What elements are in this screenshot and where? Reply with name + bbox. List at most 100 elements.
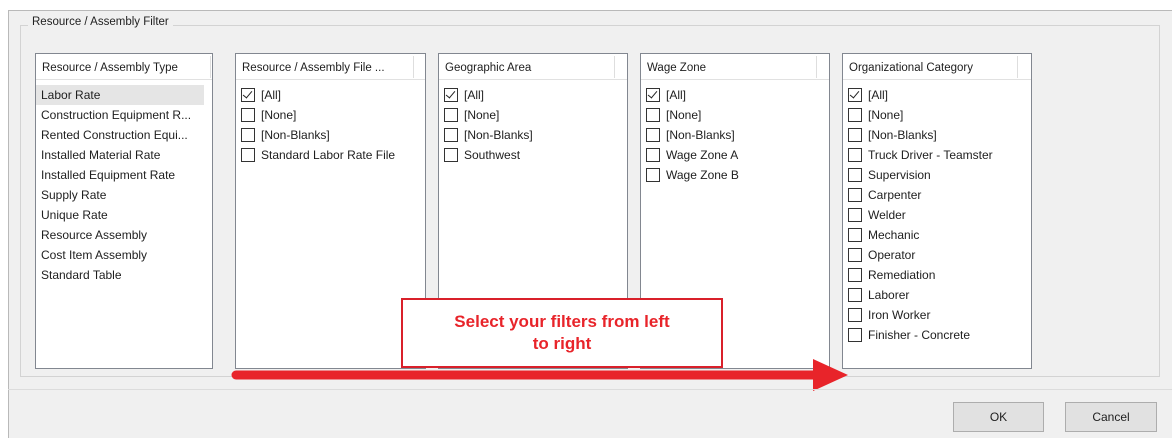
resource-type-header[interactable]: Resource / Assembly Type xyxy=(36,54,212,80)
checkbox[interactable] xyxy=(444,148,458,162)
checkbox-row-none[interactable]: [None] xyxy=(843,105,1031,125)
assembly-file-list[interactable]: Resource / Assembly File ... [All] [None]… xyxy=(235,53,426,369)
checkbox-label: Iron Worker xyxy=(868,308,931,322)
list-item-installed-material-rate[interactable]: Installed Material Rate xyxy=(36,145,212,165)
checkbox[interactable] xyxy=(241,128,255,142)
checkbox[interactable] xyxy=(848,328,862,342)
ok-button[interactable]: OK xyxy=(953,402,1044,432)
checkbox-label: [All] xyxy=(868,88,889,102)
resource-type-list[interactable]: Resource / Assembly Type Labor Rate Const… xyxy=(35,53,213,369)
checkbox-label: [None] xyxy=(464,108,500,122)
checkbox-label: [All] xyxy=(464,88,485,102)
checkbox-row-standard-labor-rate-file[interactable]: Standard Labor Rate File xyxy=(236,145,425,165)
checkbox-row-carpenter[interactable]: Carpenter xyxy=(843,185,1031,205)
checkbox-row-non-blanks[interactable]: [Non-Blanks] xyxy=(236,125,425,145)
checkbox[interactable] xyxy=(646,88,660,102)
footer-divider xyxy=(8,389,1172,390)
checkbox[interactable] xyxy=(444,128,458,142)
organizational-category-list[interactable]: Organizational Category [All] [None] [Non-… xyxy=(842,53,1032,369)
instruction-callout: Select your filters from left to right xyxy=(401,298,723,368)
checkbox[interactable] xyxy=(848,288,862,302)
checkbox-row-wage-zone-a[interactable]: Wage Zone A xyxy=(641,145,829,165)
checkbox-row-all[interactable]: [All] xyxy=(439,85,627,105)
checkbox-label: [Non-Blanks] xyxy=(261,128,330,142)
geographic-area-header[interactable]: Geographic Area xyxy=(439,54,627,80)
checkbox-row-non-blanks[interactable]: [Non-Blanks] xyxy=(641,125,829,145)
list-item-cost-item-assembly[interactable]: Cost Item Assembly xyxy=(36,245,212,265)
list-item-labor-rate[interactable]: Labor Rate xyxy=(36,85,204,105)
checkbox-label: Welder xyxy=(868,208,906,222)
checkbox[interactable] xyxy=(848,108,862,122)
checkbox-row-remediation[interactable]: Remediation xyxy=(843,265,1031,285)
checkbox-row-all[interactable]: [All] xyxy=(843,85,1031,105)
checkbox-row-welder[interactable]: Welder xyxy=(843,205,1031,225)
checkbox-row-southwest[interactable]: Southwest xyxy=(439,145,627,165)
checkbox-row-none[interactable]: [None] xyxy=(236,105,425,125)
checkbox-label: [None] xyxy=(261,108,297,122)
checkbox[interactable] xyxy=(848,228,862,242)
checkbox[interactable] xyxy=(848,308,862,322)
checkbox-row-non-blanks[interactable]: [Non-Blanks] xyxy=(439,125,627,145)
checkbox[interactable] xyxy=(848,188,862,202)
checkbox[interactable] xyxy=(646,168,660,182)
checkbox[interactable] xyxy=(646,108,660,122)
checkbox-label: Finisher - Concrete xyxy=(868,328,971,342)
assembly-file-header[interactable]: Resource / Assembly File ... xyxy=(236,54,425,80)
checkbox[interactable] xyxy=(848,128,862,142)
checkbox[interactable] xyxy=(646,128,660,142)
checkbox[interactable] xyxy=(646,148,660,162)
checkbox-row-none[interactable]: [None] xyxy=(439,105,627,125)
header-label: Wage Zone xyxy=(647,62,707,74)
list-item-supply-rate[interactable]: Supply Rate xyxy=(36,185,212,205)
checkbox-label: [Non-Blanks] xyxy=(464,128,533,142)
checkbox-row-all[interactable]: [All] xyxy=(641,85,829,105)
wage-zone-header[interactable]: Wage Zone xyxy=(641,54,829,80)
checkbox-row-supervision[interactable]: Supervision xyxy=(843,165,1031,185)
list-item-construction-equipment-r[interactable]: Construction Equipment R... xyxy=(36,105,212,125)
header-label: Resource / Assembly Type xyxy=(42,62,178,74)
checkbox-row-non-blanks[interactable]: [Non-Blanks] xyxy=(843,125,1031,145)
list-item-installed-equipment-rate[interactable]: Installed Equipment Rate xyxy=(36,165,212,185)
checkbox-label: Operator xyxy=(868,248,916,262)
checkbox-label: Remediation xyxy=(868,268,936,282)
checkbox-row-finisher-concrete[interactable]: Finisher - Concrete xyxy=(843,325,1031,345)
list-item-rented-construction-equi[interactable]: Rented Construction Equi... xyxy=(36,125,212,145)
checkbox-label: Truck Driver - Teamster xyxy=(868,148,993,162)
checkbox-label: [All] xyxy=(261,88,282,102)
checkbox[interactable] xyxy=(848,268,862,282)
checkbox[interactable] xyxy=(241,108,255,122)
checkbox[interactable] xyxy=(444,108,458,122)
checkbox-row-operator[interactable]: Operator xyxy=(843,245,1031,265)
checkbox-row-laborer[interactable]: Laborer xyxy=(843,285,1031,305)
header-label: Geographic Area xyxy=(445,62,532,74)
checkbox-label: Laborer xyxy=(868,288,910,302)
header-label: Organizational Category xyxy=(849,62,974,74)
checkbox[interactable] xyxy=(444,88,458,102)
checkbox-row-none[interactable]: [None] xyxy=(641,105,829,125)
list-item-resource-assembly[interactable]: Resource Assembly xyxy=(36,225,212,245)
checkbox-label: Standard Labor Rate File xyxy=(261,148,396,162)
checkbox-row-truck-driver-teamster[interactable]: Truck Driver - Teamster xyxy=(843,145,1031,165)
checkbox[interactable] xyxy=(848,148,862,162)
checkbox-label: Carpenter xyxy=(868,188,922,202)
checkbox-label: Southwest xyxy=(464,148,521,162)
checkbox[interactable] xyxy=(848,248,862,262)
checkbox[interactable] xyxy=(848,88,862,102)
checkbox-label: [All] xyxy=(666,88,687,102)
checkbox-row-all[interactable]: [All] xyxy=(236,85,425,105)
checkbox-row-iron-worker[interactable]: Iron Worker xyxy=(843,305,1031,325)
checkbox[interactable] xyxy=(848,168,862,182)
group-title: Resource / Assembly Filter xyxy=(28,16,173,28)
checkbox-label: [Non-Blanks] xyxy=(666,128,735,142)
organizational-category-header[interactable]: Organizational Category xyxy=(843,54,1031,80)
header-label: Resource / Assembly File ... xyxy=(242,62,385,74)
checkbox-row-wage-zone-b[interactable]: Wage Zone B xyxy=(641,165,829,185)
checkbox-label: Wage Zone B xyxy=(666,168,739,182)
list-item-unique-rate[interactable]: Unique Rate xyxy=(36,205,212,225)
checkbox[interactable] xyxy=(241,88,255,102)
checkbox-row-mechanic[interactable]: Mechanic xyxy=(843,225,1031,245)
cancel-button[interactable]: Cancel xyxy=(1065,402,1157,432)
list-item-standard-table[interactable]: Standard Table xyxy=(36,265,212,285)
checkbox[interactable] xyxy=(241,148,255,162)
checkbox[interactable] xyxy=(848,208,862,222)
